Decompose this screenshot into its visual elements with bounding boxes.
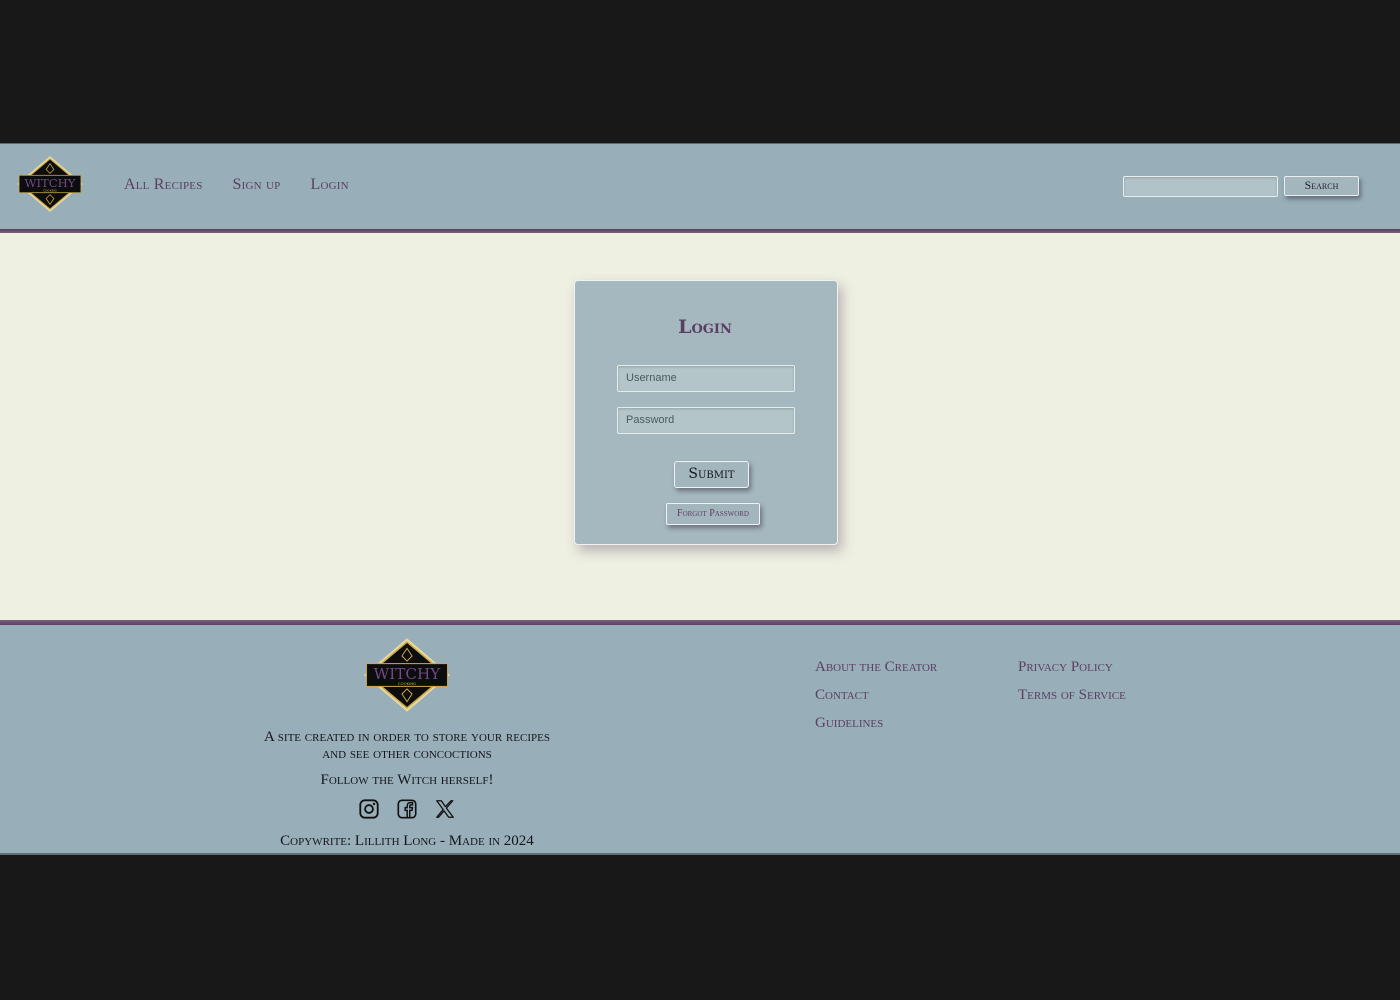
nav-sign-up[interactable]: Sign up [233, 176, 281, 194]
nav-all-recipes[interactable]: All Recipes [124, 176, 203, 194]
footer-tagline: A site created in order to store your re… [264, 729, 550, 762]
witchy-cooking-logo-icon: WITCHY COOKING [17, 155, 83, 213]
link-terms-of-service[interactable]: Terms of Service [1018, 687, 1126, 715]
login-title: Login [678, 316, 732, 338]
nav-login[interactable]: Login [310, 176, 348, 194]
site-footer [0, 625, 1400, 855]
instagram-icon[interactable] [358, 798, 380, 820]
username-field[interactable]: Username [617, 365, 795, 392]
copyright-text: Copywrite: Lillith Long - Made in 2024 [280, 833, 534, 849]
site-logo[interactable]: WITCHY COOKING [16, 155, 84, 213]
x-icon[interactable] [434, 798, 456, 820]
link-guidelines[interactable]: Guidelines [815, 715, 937, 743]
main-nav: All Recipes Sign up Login [124, 176, 349, 194]
footer-links-col2: Privacy Policy Terms of Service [1018, 659, 1126, 715]
footer-links-col1: About the Creator Contact Guidelines [815, 659, 937, 743]
search-button[interactable]: Search [1284, 176, 1359, 196]
social-links [358, 798, 456, 820]
witchy-cooking-logo-icon: WITCHY COOKING [363, 638, 451, 712]
svg-text:COOKING: COOKING [43, 189, 57, 193]
footer-logo: WITCHY COOKING [362, 637, 452, 713]
facebook-icon[interactable] [396, 798, 418, 820]
link-about-creator[interactable]: About the Creator [815, 659, 937, 687]
submit-button[interactable]: Submit [674, 461, 749, 488]
password-field[interactable]: Password [617, 407, 795, 434]
forgot-password-button[interactable]: Forgot Password [666, 503, 760, 525]
link-contact[interactable]: Contact [815, 687, 937, 715]
follow-text: Follow the Witch herself! [320, 772, 494, 788]
svg-text:WITCHY: WITCHY [374, 665, 442, 683]
link-privacy-policy[interactable]: Privacy Policy [1018, 659, 1126, 687]
svg-text:COOKING: COOKING [398, 681, 416, 686]
search-input[interactable] [1123, 176, 1278, 197]
